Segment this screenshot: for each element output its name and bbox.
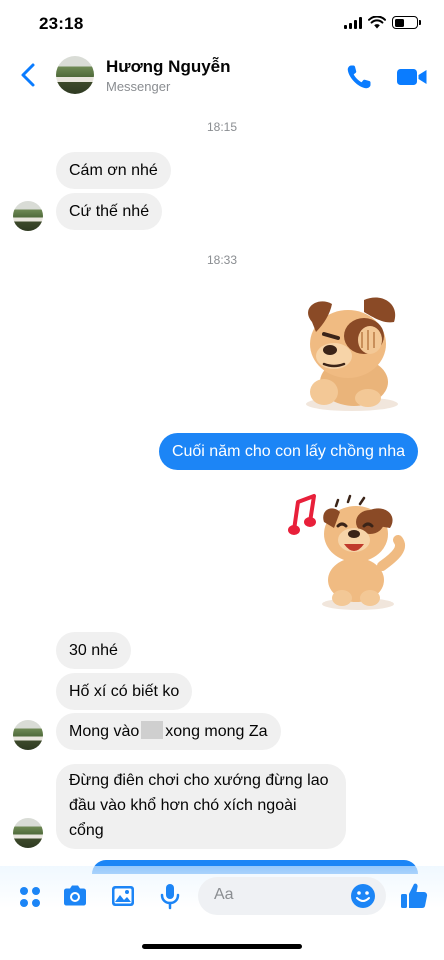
- timestamp: 18:33: [206, 253, 238, 267]
- gallery-icon[interactable]: [109, 882, 137, 910]
- thumbs-up-icon[interactable]: [398, 880, 430, 912]
- battery-level: [394, 18, 404, 27]
- camera-icon[interactable]: [61, 882, 89, 910]
- battery-icon: [392, 16, 421, 29]
- video-call-icon[interactable]: [396, 62, 428, 92]
- apps-icon[interactable]: [16, 882, 44, 910]
- dog-singing-sticker[interactable]: [286, 492, 412, 612]
- status-time: 23:18: [39, 14, 84, 33]
- sender-avatar: [13, 201, 43, 231]
- status-icons: [344, 16, 421, 29]
- incoming-message[interactable]: Hố xí có biết ko: [56, 673, 193, 710]
- contact-name[interactable]: Hương Nguyễn: [106, 57, 231, 77]
- message-text: xong mong Za: [165, 723, 268, 740]
- status-bar: 23:18: [0, 0, 444, 48]
- incoming-message[interactable]: Mong vào xong mong Za: [56, 713, 281, 750]
- outgoing-message[interactable]: Cuối năm cho con lấy chồng nha: [158, 433, 418, 470]
- incoming-message[interactable]: Cứ thế nhé: [56, 193, 163, 230]
- cellular-signal-icon: [344, 16, 362, 29]
- wifi-icon: [368, 16, 386, 29]
- contact-avatar[interactable]: [56, 56, 94, 94]
- message-composer: [0, 866, 444, 926]
- chat-header: Hương Nguyễn Messenger: [0, 48, 444, 106]
- incoming-message[interactable]: Cám ơn nhé: [56, 152, 171, 189]
- redacted-block: [141, 721, 164, 739]
- message-input[interactable]: [214, 886, 344, 904]
- sender-avatar: [13, 818, 43, 848]
- incoming-message[interactable]: Đừng điên chơi cho xướng đừng lao đầu và…: [56, 764, 346, 849]
- contact-subtitle: Messenger: [106, 79, 171, 94]
- phone-call-icon[interactable]: [344, 62, 374, 92]
- dog-facepalm-sticker[interactable]: [290, 292, 408, 414]
- emoji-icon[interactable]: [350, 883, 376, 909]
- message-text: Mong vào: [69, 723, 140, 740]
- microphone-icon[interactable]: [156, 882, 184, 910]
- message-input-wrapper[interactable]: [198, 877, 386, 915]
- back-chevron-icon[interactable]: [14, 60, 44, 90]
- incoming-message[interactable]: 30 nhé: [56, 632, 131, 669]
- home-indicator[interactable]: [142, 944, 302, 949]
- timestamp: 18:15: [206, 120, 238, 134]
- sender-avatar: [13, 720, 43, 750]
